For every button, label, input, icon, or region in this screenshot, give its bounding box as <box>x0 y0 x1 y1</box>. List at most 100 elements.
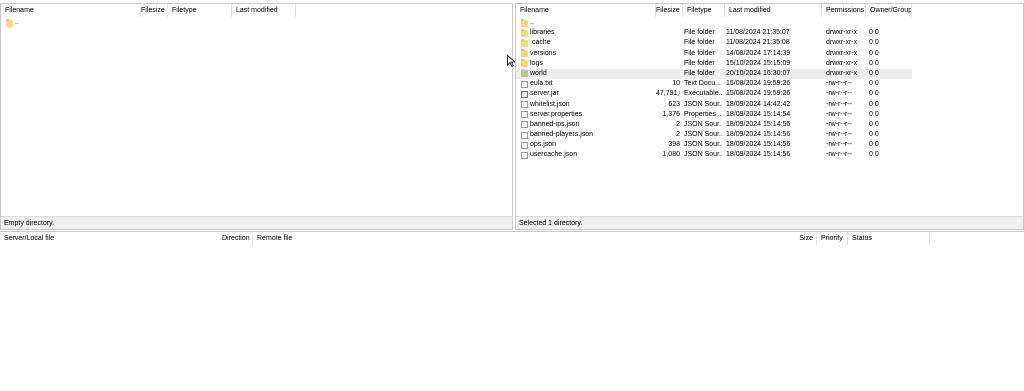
remote-item-name: usercache.json <box>530 151 578 159</box>
remote-item-type: File folder <box>684 49 715 57</box>
remote-item-size: 1,376 <box>662 110 680 118</box>
remote-item-owner-group: 0 0 <box>869 39 879 47</box>
remote-item-type: File folder <box>684 69 715 77</box>
queue-column-status[interactable]: Status <box>848 232 930 245</box>
local-column-filesize[interactable]: Filesize <box>141 4 168 17</box>
table-row[interactable]: usercache.json 1,080 JSON Sour... 18/09/202… <box>516 150 1023 160</box>
list-item[interactable]: .. <box>1 18 512 28</box>
remote-column-filename[interactable]: Filename <box>516 4 656 17</box>
queue-column-priority[interactable]: Priority <box>817 232 848 245</box>
remote-item-owner-group: 0 0 <box>869 110 879 118</box>
queue-column-size[interactable]: Size <box>790 232 817 245</box>
remote-item-owner-group: 0 0 <box>869 141 879 149</box>
remote-item-permissions: -rw-r--r-- <box>826 141 853 149</box>
table-row[interactable]: eula.txt 10 Text Docu... 15/08/2024 19:59:2… <box>516 79 1023 89</box>
remote-file-rows: .. libraries File folder 11/08/2024 21:35:0… <box>516 18 1023 161</box>
remote-item-permissions: -rw-r--r-- <box>826 90 853 98</box>
remote-item-size <box>656 38 680 48</box>
table-row[interactable]: logs File folder 15/10/2024 15:15:09 drwxr-… <box>516 59 1023 69</box>
local-file-rows: .. <box>1 18 512 28</box>
remote-item-name: versions <box>530 49 557 57</box>
remote-item-name: server.properties <box>530 110 583 118</box>
remote-item-owner-group: 0 0 <box>869 49 879 57</box>
table-row[interactable]: versions File folder 14/08/2024 17:14:39 dr… <box>516 49 1023 59</box>
remote-item-permissions: drwxr-xr-x <box>826 69 858 77</box>
remote-column-filesize[interactable]: Filesize <box>656 4 683 17</box>
folder-icon <box>521 18 528 27</box>
folder-icon <box>521 49 528 58</box>
file-icon <box>521 80 528 88</box>
table-row[interactable]: libraries File folder 11/08/2024 21:35:07 d… <box>516 28 1023 38</box>
remote-item-type <box>684 18 722 28</box>
remote-item-type: Properties ... <box>684 110 722 118</box>
folder-icon <box>521 59 528 68</box>
remote-column-owner-group[interactable]: Owner/Group <box>866 4 912 17</box>
table-row[interactable]: banned-ips.json 2 JSON Sour... 18/09/2024 1… <box>516 120 1023 130</box>
remote-item-modified: 18/09/2024 15:14:56 <box>726 151 791 159</box>
file-icon <box>521 121 528 129</box>
remote-item-name: libraries <box>530 29 555 37</box>
remote-item-name: banned-ips.json <box>530 120 580 128</box>
queue-column-remote-file[interactable]: Remote file <box>253 232 817 245</box>
remote-column-permissions[interactable]: Permissions <box>822 4 866 17</box>
table-row[interactable]: ops.json 398 JSON Sour... 18/09/2024 15:14:… <box>516 140 1023 150</box>
remote-item-modified: 11/08/2024 21:35:08 <box>726 39 790 47</box>
remote-item-permissions: -rw-r--r-- <box>826 80 853 88</box>
remote-item-name: ops.json <box>530 141 557 149</box>
local-file-list-pane[interactable]: Filename ⌃ Filesize Filetype Last modifi… <box>0 3 513 230</box>
transfer-queue-pane[interactable]: Server/Local file Direction Remote file … <box>0 231 1024 391</box>
remote-item-owner-group: 0 0 <box>869 80 879 88</box>
local-column-filetype[interactable]: Filetype <box>168 4 232 17</box>
remote-item-owner-group: 0 0 <box>869 100 879 108</box>
remote-item-name: .. <box>530 19 534 26</box>
file-icon <box>521 151 528 159</box>
local-item-name: .. <box>15 19 19 26</box>
folder-icon <box>521 38 528 47</box>
table-row[interactable]: world File folder 20/10/2024 16:30:07 drwxr… <box>516 68 912 80</box>
remote-item-name: eula.txt <box>530 80 553 88</box>
remote-item-size <box>656 28 680 38</box>
file-icon <box>521 111 528 119</box>
remote-item-size: 2 <box>676 120 680 128</box>
remote-item-type: Executable... <box>684 90 722 98</box>
table-row[interactable]: server.properties 1,376 Properties ... 18/0… <box>516 110 1023 120</box>
remote-item-size: 623 <box>668 100 680 108</box>
queue-column-direction[interactable]: Direction <box>222 232 253 245</box>
remote-item-name: world <box>530 69 547 77</box>
remote-item-modified: 15/08/2024 19:59:26 <box>726 80 791 88</box>
remote-item-size <box>656 59 680 69</box>
table-row[interactable]: .. <box>516 18 1023 28</box>
local-column-filename[interactable]: Filename <box>1 4 141 17</box>
local-list-header: Filename ⌃ Filesize Filetype Last modifi… <box>1 4 512 17</box>
file-icon <box>521 141 528 149</box>
remote-column-filetype[interactable]: Filetype <box>683 4 725 17</box>
remote-item-owner-group: 0 0 <box>869 120 879 128</box>
local-column-last-modified[interactable]: Last modified <box>232 4 296 17</box>
remote-item-permissions <box>826 18 866 28</box>
executable-icon <box>521 90 528 98</box>
remote-item-size: 398 <box>668 141 680 149</box>
remote-item-type: File folder <box>684 39 715 47</box>
queue-column-server-local-file[interactable]: Server/Local file <box>0 232 252 245</box>
remote-item-permissions: drwxr-xr-x <box>826 39 858 47</box>
remote-item-modified: 18/09/2024 15:14:56 <box>726 131 791 139</box>
remote-list-header: Filename Filesize Filetype Last modified… <box>516 4 1023 17</box>
remote-item-modified: 14/08/2024 17:14:39 <box>726 49 791 57</box>
remote-item-name: server.jar <box>530 90 559 98</box>
remote-item-permissions: -rw-r--r-- <box>826 110 853 118</box>
remote-item-size: 1,080 <box>662 151 680 159</box>
remote-item-permissions: -rw-r--r-- <box>826 100 853 108</box>
table-row[interactable]: banned-players.json 2 JSON Sour... 18/09/20… <box>516 130 1023 140</box>
folder-icon <box>6 18 13 27</box>
remote-item-size <box>656 69 680 79</box>
remote-item-type: JSON Sour... <box>684 151 722 159</box>
remote-file-list-pane[interactable]: Filename Filesize Filetype Last modified… <box>515 3 1024 230</box>
table-row[interactable]: .cache File folder 11/08/2024 21:35:08 drwx… <box>516 38 1023 48</box>
table-row[interactable]: server.jar 47,791,053 Executable... 15/08/2… <box>516 89 1023 99</box>
remote-item-owner-group: 0 0 <box>869 69 879 77</box>
remote-item-type: JSON Sour... <box>684 120 722 128</box>
remote-item-modified: 18/09/2024 15:14:56 <box>726 120 791 128</box>
remote-item-modified <box>726 18 818 28</box>
table-row[interactable]: whitelist.json 623 JSON Sour... 18/09/2024 … <box>516 100 1023 110</box>
remote-item-permissions: -rw-r--r-- <box>826 131 853 139</box>
